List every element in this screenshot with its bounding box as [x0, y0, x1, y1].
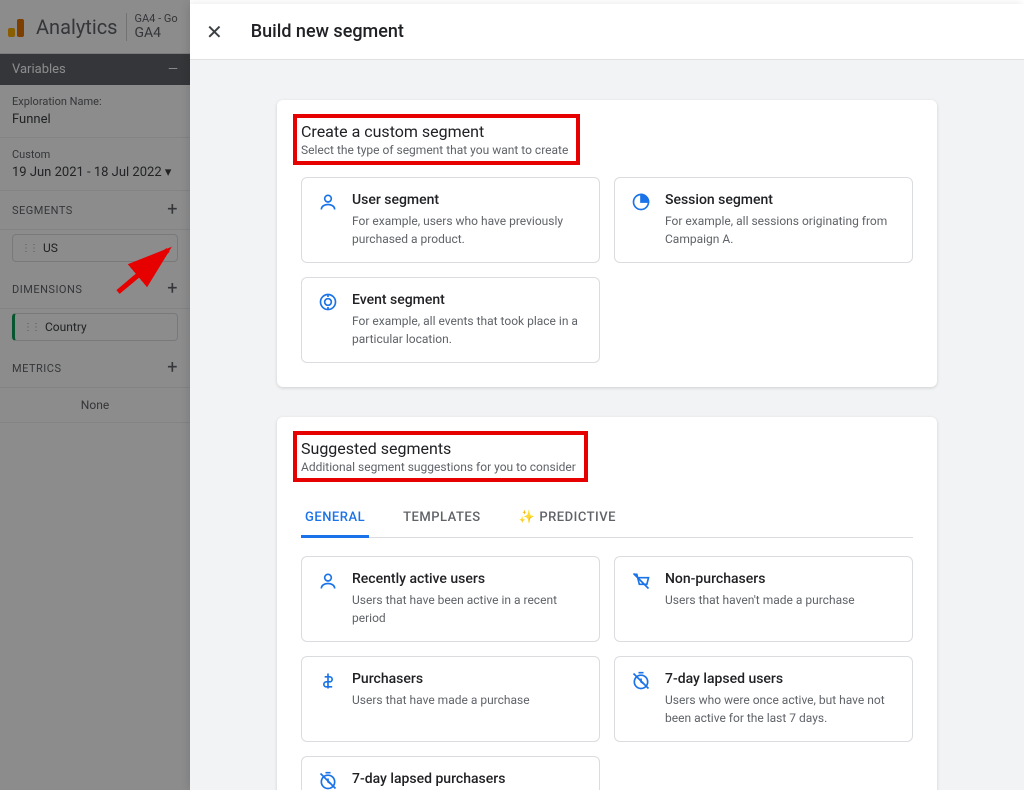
card-desc: Users that have made a purchase [352, 691, 585, 709]
suggested-segment-panel: Suggested segments Additional segment su… [277, 417, 937, 790]
add-metric-button[interactable]: + [167, 359, 178, 377]
modal-title: Build new segment [251, 21, 404, 42]
close-button[interactable]: ✕ [206, 20, 223, 44]
add-segment-button[interactable]: + [167, 201, 178, 219]
card-desc: For example, users who have previously p… [352, 212, 585, 248]
custom-subtitle: Select the type of segment that you want… [301, 143, 568, 157]
build-segment-modal: ✕ Build new segment Create a custom segm… [190, 4, 1024, 790]
segments-section-header: SEGMENTS + [0, 191, 190, 230]
dimension-chip-label: Country [45, 320, 87, 334]
add-dimension-button[interactable]: + [167, 280, 178, 298]
card-title: 7-day lapsed purchasers [352, 771, 585, 787]
card-desc: Users that haven't made a purchase [665, 591, 898, 609]
collapse-icon[interactable]: — [168, 62, 178, 77]
segment-chip-us[interactable]: US [12, 234, 178, 262]
no-clock-icon [318, 771, 338, 790]
custom-segment-panel: Create a custom segment Select the type … [277, 100, 937, 387]
session-segment-card[interactable]: Session segment For example, all session… [614, 177, 913, 263]
lapsed-users-card[interactable]: 7-day lapsed users Users who were once a… [614, 656, 913, 742]
metrics-label: METRICS [12, 362, 62, 375]
non-purchasers-card[interactable]: Non-purchasers Users that haven't made a… [614, 556, 913, 642]
suggested-tabs: GENERAL TEMPLATES ✨PREDICTIVE [301, 500, 913, 538]
suggested-title: Suggested segments [301, 439, 576, 458]
custom-title: Create a custom segment [301, 122, 568, 141]
user-segment-card[interactable]: User segment For example, users who have… [301, 177, 600, 263]
sparkle-icon: ✨ [519, 510, 536, 525]
metrics-section-header: METRICS + [0, 349, 190, 388]
date-range-field[interactable]: Custom 19 Jun 2021 - 18 Jul 2022 ▾ [0, 138, 190, 191]
suggested-subtitle: Additional segment suggestions for you t… [301, 460, 576, 474]
exploration-value: Funnel [12, 112, 178, 127]
dimension-chip-country[interactable]: Country [12, 313, 178, 341]
dimensions-label: DIMENSIONS [12, 283, 82, 296]
lapsed-purchasers-card[interactable]: 7-day lapsed purchasers Purchasers who w… [301, 756, 600, 790]
no-clock-icon [631, 671, 651, 691]
recently-active-card[interactable]: Recently active users Users that have be… [301, 556, 600, 642]
modal-body: Create a custom segment Select the type … [190, 60, 1024, 790]
segment-chip-label: US [43, 241, 58, 255]
card-title: Session segment [665, 192, 898, 208]
annotation-highlight-custom: Create a custom segment Select the type … [293, 114, 580, 165]
variables-sidebar: Analytics GA4 - Go GA4 Variables — Explo… [0, 0, 190, 790]
custom-card-grid: User segment For example, users who have… [301, 177, 913, 363]
tab-general[interactable]: GENERAL [301, 500, 369, 538]
card-title: Recently active users [352, 571, 585, 587]
card-desc: For example, all sessions originating fr… [665, 212, 898, 248]
card-title: Purchasers [352, 671, 585, 687]
event-segment-card[interactable]: Event segment For example, all events th… [301, 277, 600, 363]
brand-header: Analytics GA4 - Go GA4 [0, 0, 190, 54]
user-icon [318, 571, 338, 591]
chevron-down-icon: ▾ [165, 165, 172, 180]
date-label: Custom [12, 148, 178, 161]
exploration-name-field[interactable]: Exploration Name: Funnel [0, 85, 190, 138]
purchasers-card[interactable]: Purchasers Users that have made a purcha… [301, 656, 600, 742]
ga-logo-icon [8, 17, 28, 37]
metrics-none: None [0, 388, 190, 423]
no-cart-icon [631, 571, 651, 591]
tab-templates[interactable]: TEMPLATES [399, 500, 485, 537]
divider [126, 13, 127, 41]
session-icon [631, 192, 651, 212]
exploration-label: Exploration Name: [12, 95, 178, 108]
dollar-icon [318, 671, 338, 691]
card-title: User segment [352, 192, 585, 208]
tab-label: PREDICTIVE [539, 510, 616, 525]
card-desc: Users that have been active in a recent … [352, 591, 585, 627]
dimensions-section-header: DIMENSIONS + [0, 270, 190, 309]
tab-predictive[interactable]: ✨PREDICTIVE [515, 500, 620, 537]
card-desc: For example, all events that took place … [352, 312, 585, 348]
variables-label: Variables [12, 62, 66, 77]
modal-header: ✕ Build new segment [190, 4, 1024, 60]
variables-header: Variables — [0, 54, 190, 85]
suggested-card-grid: Recently active users Users that have be… [301, 556, 913, 790]
card-desc: Users who were once active, but have not… [665, 691, 898, 727]
card-title: 7-day lapsed users [665, 671, 898, 687]
date-value: 19 Jun 2021 - 18 Jul 2022 ▾ [12, 165, 178, 180]
annotation-highlight-suggested: Suggested segments Additional segment su… [293, 431, 588, 482]
card-title: Event segment [352, 292, 585, 308]
property-line1: GA4 - Go [135, 12, 178, 25]
brand-name: Analytics [36, 15, 118, 39]
event-icon [318, 292, 338, 312]
property-line2: GA4 [135, 25, 178, 41]
card-title: Non-purchasers [665, 571, 898, 587]
property-selector[interactable]: GA4 - Go GA4 [135, 12, 178, 41]
segments-label: SEGMENTS [12, 204, 73, 217]
user-icon [318, 192, 338, 212]
